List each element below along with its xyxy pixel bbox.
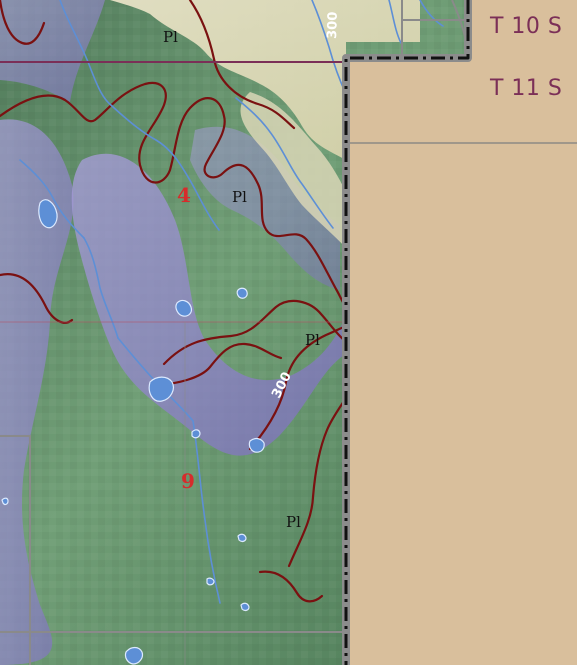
section-label-lower: 9: [181, 469, 195, 493]
pond-small-1: [191, 429, 201, 439]
contour-label-top: 300: [325, 11, 341, 39]
pond-small-3: [237, 533, 247, 543]
pond-north-central: [175, 299, 193, 317]
pond-lower: [124, 646, 144, 665]
pond-small-4: [240, 602, 250, 612]
geology-label-top: Pl: [163, 28, 178, 46]
topographic-map: T 10 S T 11 S 4 9 300 300 Pl Pl Pl Pl: [0, 0, 577, 665]
township-label-north: T 10 S: [489, 14, 562, 39]
geology-label-lower-right: Pl: [286, 513, 301, 531]
township-label-south: T 11 S: [489, 76, 562, 101]
geology-label-middle-right: Pl: [305, 331, 320, 349]
pond-south: [248, 437, 265, 453]
geology-label-middle-upper: Pl: [232, 188, 247, 206]
section-label-upper: 4: [177, 183, 191, 207]
pond-small-2: [206, 577, 215, 586]
pond-small-5: [1, 497, 9, 506]
pond-east: [236, 287, 248, 299]
